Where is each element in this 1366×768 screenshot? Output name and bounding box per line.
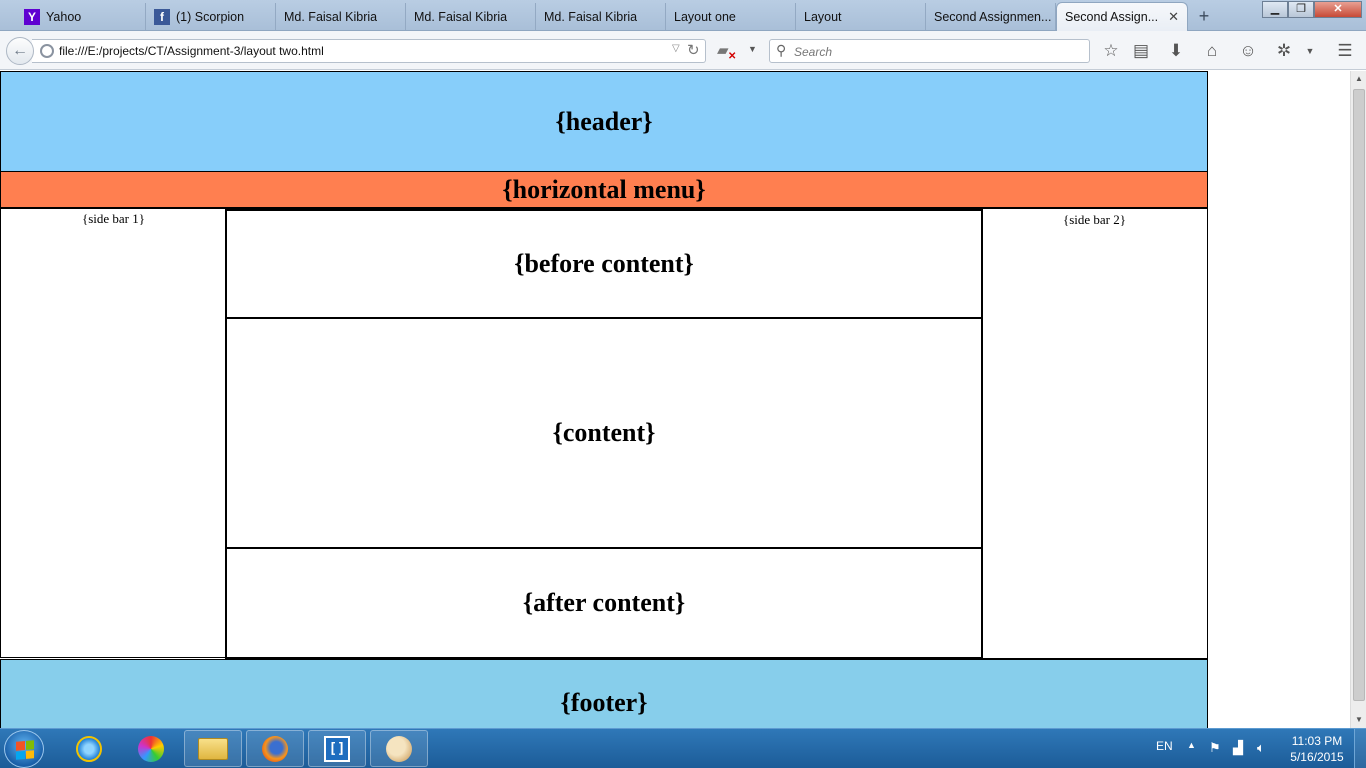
network-signal-icon[interactable]: ▟ bbox=[1233, 740, 1243, 756]
paint-palette-icon[interactable] bbox=[370, 730, 428, 767]
brackets-icon[interactable]: [] bbox=[308, 730, 366, 767]
url-text: file:///E:/projects/CT/Assignment-3/layo… bbox=[59, 44, 324, 58]
tab-scorpion[interactable]: f (1) Scorpion bbox=[146, 3, 276, 30]
sidebar-2: {side bar 2} bbox=[982, 209, 1208, 659]
tab-faisal-1[interactable]: Md. Faisal Kibria bbox=[276, 3, 406, 30]
tab-second-assignment[interactable]: Second Assignmen... bbox=[926, 3, 1056, 30]
reload-icon[interactable]: ↻ bbox=[687, 41, 700, 59]
horizontal-menu: {horizontal menu} bbox=[0, 171, 1208, 209]
new-tab-button[interactable]: + bbox=[1192, 5, 1216, 27]
bookmark-star-icon[interactable]: ☆ bbox=[1099, 39, 1123, 63]
back-button[interactable]: ← bbox=[6, 37, 34, 65]
tab-faisal-3[interactable]: Md. Faisal Kibria bbox=[536, 3, 666, 30]
vertical-scrollbar[interactable]: ▲ ▼ bbox=[1350, 71, 1366, 728]
globe-icon bbox=[40, 44, 54, 58]
after-content: {after content} bbox=[522, 588, 686, 617]
tab-yahoo[interactable]: Y Yahoo bbox=[16, 3, 146, 30]
close-tab-icon[interactable]: ✕ bbox=[1168, 9, 1179, 25]
tab-label: Md. Faisal Kibria bbox=[544, 9, 638, 24]
show-desktop-button[interactable] bbox=[1354, 729, 1366, 768]
windows-logo-icon bbox=[16, 740, 34, 760]
tab-label: Second Assignmen... bbox=[934, 9, 1052, 24]
hello-chat-icon[interactable]: ☺ bbox=[1236, 39, 1260, 63]
page-footer: {footer} bbox=[0, 659, 1208, 728]
url-bar[interactable]: file:///E:/projects/CT/Assignment-3/layo… bbox=[32, 39, 706, 63]
before-content: {before content} bbox=[227, 211, 981, 319]
file-explorer-icon[interactable] bbox=[184, 730, 242, 767]
volume-icon[interactable]: 🔈︎ bbox=[1257, 740, 1265, 756]
menu-hamburger-icon[interactable]: ☰ bbox=[1333, 39, 1357, 63]
tab-second-assignment-active[interactable]: Second Assign... ✕ bbox=[1056, 2, 1188, 31]
page-header: {header} bbox=[0, 71, 1208, 172]
tab-label: Md. Faisal Kibria bbox=[414, 9, 508, 24]
tab-label: (1) Scorpion bbox=[176, 9, 245, 24]
action-center-icon[interactable]: ⚑ bbox=[1209, 740, 1221, 756]
home-icon[interactable]: ⌂ bbox=[1200, 39, 1224, 63]
clock[interactable]: 11:03 PM 5/16/2015 bbox=[1284, 733, 1350, 765]
addon-block-x-icon: ✕ bbox=[728, 51, 737, 62]
scroll-up-icon[interactable]: ▲ bbox=[1351, 71, 1366, 87]
scroll-thumb[interactable] bbox=[1353, 89, 1365, 701]
addon-dropdown-icon[interactable]: ▼ bbox=[748, 44, 757, 54]
internet-explorer-icon[interactable] bbox=[60, 730, 118, 767]
show-hidden-icons-icon[interactable]: ▲ bbox=[1187, 740, 1196, 750]
yahoo-icon: Y bbox=[24, 8, 40, 25]
facebook-icon: f bbox=[154, 8, 170, 25]
tab-label: Yahoo bbox=[46, 9, 82, 24]
firebug-dropdown-icon[interactable]: ▼ bbox=[1298, 39, 1322, 63]
clock-time: 11:03 PM bbox=[1291, 734, 1343, 748]
language-indicator[interactable]: EN bbox=[1156, 739, 1173, 753]
scroll-down-icon[interactable]: ▼ bbox=[1351, 712, 1366, 728]
folder-icon bbox=[198, 737, 228, 760]
search-placeholder: Search bbox=[794, 45, 833, 59]
tab-strip: Y Yahoo f (1) Scorpion Md. Faisal Kibria… bbox=[0, 0, 1366, 31]
search-input[interactable]: ⚲ Search bbox=[769, 39, 1090, 63]
addon-block-icon[interactable]: ▰ bbox=[717, 41, 729, 59]
center-column: {before content} {content} {after conten… bbox=[225, 209, 983, 659]
url-history-dropdown-icon[interactable]: ▽ bbox=[672, 43, 680, 54]
downloads-icon[interactable]: ⬇ bbox=[1164, 39, 1188, 63]
tab-label: Layout bbox=[804, 9, 842, 24]
maximize-button[interactable]: ❐ bbox=[1288, 1, 1314, 18]
reading-list-icon[interactable]: ▤ bbox=[1129, 39, 1153, 63]
paint-icon[interactable] bbox=[122, 730, 180, 767]
main-content: {content} bbox=[227, 319, 981, 549]
search-icon: ⚲ bbox=[776, 42, 787, 58]
tab-faisal-2[interactable]: Md. Faisal Kibria bbox=[406, 3, 536, 30]
firefox-icon[interactable] bbox=[246, 730, 304, 767]
navigation-toolbar: file:///E:/projects/CT/Assignment-3/layo… bbox=[0, 31, 1366, 70]
page-viewport: {header} {horizontal menu} {side bar 1} … bbox=[0, 71, 1366, 728]
tab-label: Layout one bbox=[674, 9, 736, 24]
tab-label: Md. Faisal Kibria bbox=[284, 9, 378, 24]
tab-layout[interactable]: Layout bbox=[796, 3, 926, 30]
sidebar-1: {side bar 1} bbox=[0, 209, 226, 658]
firebug-icon[interactable]: ✲ bbox=[1272, 39, 1296, 63]
tab-label: Second Assign... bbox=[1065, 10, 1159, 24]
clock-date: 5/16/2015 bbox=[1290, 750, 1344, 764]
brackets-logo-icon: [] bbox=[324, 735, 350, 762]
start-button[interactable] bbox=[4, 730, 44, 768]
minimize-button[interactable]: ▁ bbox=[1262, 1, 1288, 18]
taskbar: [] EN ▲ ⚑ ▟ 🔈︎ 11:03 PM 5/16/2015 bbox=[0, 728, 1366, 768]
tab-layout-one[interactable]: Layout one bbox=[666, 3, 796, 30]
close-window-button[interactable]: ✕ bbox=[1314, 1, 1362, 18]
